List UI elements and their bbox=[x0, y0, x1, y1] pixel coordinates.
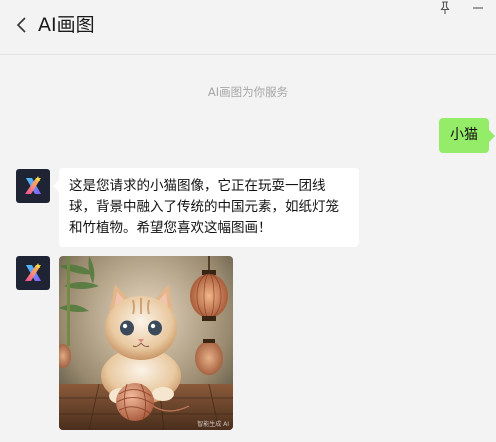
service-notice: AI画图为你服务 bbox=[207, 85, 289, 99]
page-title: AI画图 bbox=[38, 14, 95, 36]
bot-avatar[interactable] bbox=[16, 169, 50, 203]
kitten-illustration: 智能生成 AI bbox=[59, 256, 233, 430]
pin-button[interactable] bbox=[437, 0, 453, 16]
minimize-button[interactable] bbox=[470, 0, 486, 16]
back-button[interactable] bbox=[10, 12, 34, 38]
ai-logo-icon bbox=[25, 176, 41, 194]
minimize-icon bbox=[473, 7, 483, 9]
bot-message-bubble[interactable]: 这是您请求的小猫图像，它正在玩耍一团线球，背景中融入了传统的中国元素，如纸灯笼和… bbox=[53, 168, 359, 247]
chat-window: AI画图 AI画图为你服务 小猫 这是您请求的小猫图像，它正在玩耍一团线球，背景… bbox=[0, 0, 496, 442]
user-message-bubble[interactable]: 小猫 bbox=[439, 118, 495, 153]
chevron-left-icon bbox=[16, 17, 26, 33]
bot-avatar[interactable] bbox=[16, 256, 50, 290]
image-watermark: 智能生成 AI bbox=[197, 420, 229, 428]
pin-icon bbox=[440, 1, 450, 14]
ai-logo-icon bbox=[25, 263, 41, 281]
title-bar: AI画图 bbox=[0, 0, 496, 55]
generated-kitten-image[interactable]: 智能生成 AI bbox=[59, 256, 233, 430]
